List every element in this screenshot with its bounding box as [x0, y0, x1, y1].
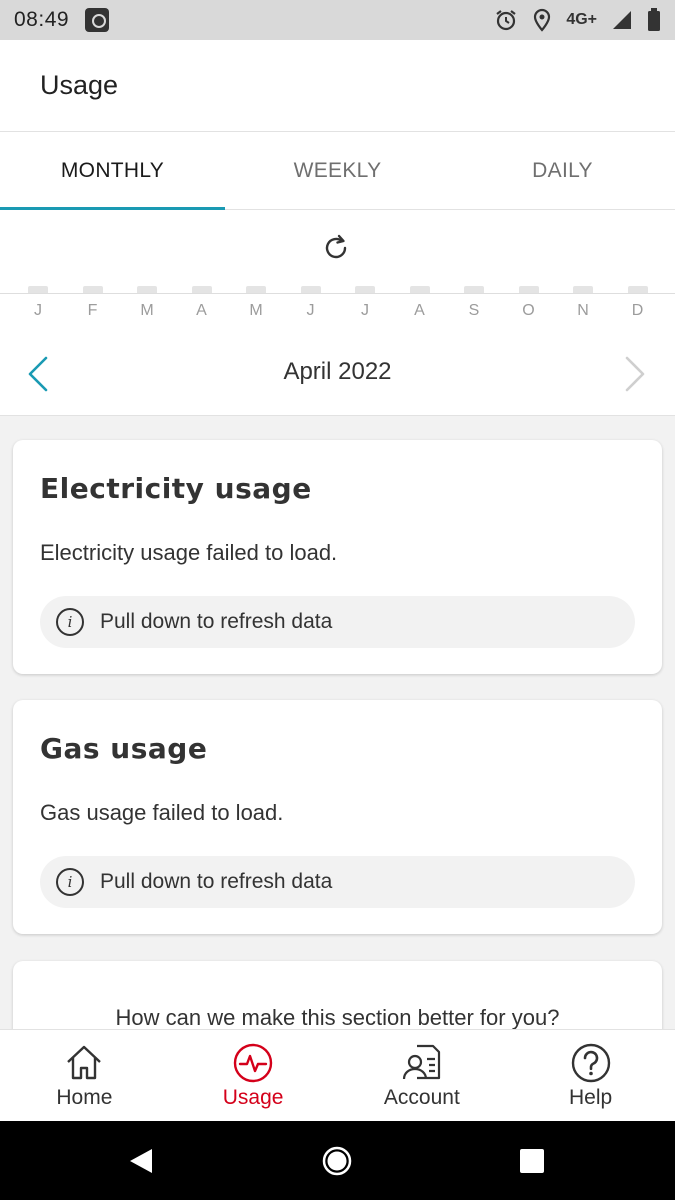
- month-bar[interactable]: [627, 286, 648, 293]
- month-axis: JFMAMJJASOND: [0, 302, 675, 324]
- nav-help-label: Help: [569, 1086, 613, 1109]
- electricity-usage-card: Electricity usage Electricity usage fail…: [13, 440, 662, 674]
- month-bar[interactable]: [191, 286, 212, 293]
- status-time: 08:49: [14, 8, 70, 31]
- status-icons: 4G+: [494, 8, 661, 32]
- tab-daily[interactable]: DAILY: [450, 132, 675, 209]
- month-bar[interactable]: [137, 286, 157, 293]
- nav-usage[interactable]: Usage: [169, 1030, 338, 1121]
- month-label: D: [631, 302, 644, 319]
- usage-chart: J F M A M J J A S O N D April 2022: [0, 210, 675, 416]
- gas-error-message: Gas usage failed to load.: [40, 800, 284, 825]
- month-label: S: [468, 302, 480, 319]
- month-label: J: [306, 302, 315, 319]
- refresh-hint-text: Pull down to refresh data: [100, 870, 333, 893]
- electricity-refresh-hint: i Pull down to refresh data: [40, 596, 635, 648]
- month-label: M: [249, 302, 263, 319]
- location-icon: [534, 8, 551, 32]
- info-icon: i: [56, 608, 84, 636]
- gas-usage-card: Gas usage Gas usage failed to load. i Pu…: [13, 700, 662, 934]
- month-bar[interactable]: [28, 286, 48, 293]
- account-icon: [402, 1044, 440, 1080]
- bottom-navigation: Home Usage Account Help: [0, 1029, 675, 1121]
- nav-help[interactable]: Help: [506, 1030, 675, 1121]
- month-bar[interactable]: [518, 286, 539, 293]
- home-icon: [67, 1045, 102, 1080]
- app-bar: Usage: [0, 40, 675, 132]
- month-label: O: [522, 302, 535, 319]
- network-label: 4G+: [566, 11, 597, 28]
- period-label: April 2022: [283, 358, 392, 385]
- home-circle-icon[interactable]: [322, 1146, 352, 1176]
- month-bar[interactable]: [409, 286, 430, 293]
- battery-icon: [648, 8, 660, 31]
- month-label: N: [577, 302, 589, 319]
- tab-weekly[interactable]: WEEKLY: [225, 132, 450, 209]
- nav-home[interactable]: Home: [0, 1030, 169, 1121]
- gas-refresh-hint: i Pull down to refresh data: [40, 856, 635, 908]
- month-label: A: [196, 302, 207, 319]
- electricity-card-title: Electricity usage: [40, 472, 312, 505]
- system-nav-bar: [0, 1121, 675, 1200]
- recent-apps-icon[interactable]: [520, 1149, 544, 1173]
- alarm-icon: [496, 10, 516, 31]
- period-selector: April 2022: [0, 340, 675, 406]
- chart-axis: [0, 293, 675, 294]
- tab-monthly[interactable]: MONTHLY: [0, 132, 225, 210]
- month-bar[interactable]: [300, 286, 321, 293]
- feedback-question: How can we make this section better for …: [115, 1005, 560, 1030]
- month-label: M: [140, 302, 154, 319]
- month-label: F: [87, 302, 98, 319]
- help-icon: [571, 1043, 610, 1083]
- nav-usage-label: Usage: [222, 1086, 284, 1109]
- status-bar: 08:49 4G+: [0, 0, 675, 40]
- info-icon: i: [56, 868, 84, 896]
- month-label: A: [414, 302, 425, 319]
- nav-account[interactable]: Account: [338, 1030, 507, 1121]
- period-tabs: MONTHLY WEEKLY DAILY: [0, 132, 675, 210]
- nav-account-label: Account: [383, 1086, 460, 1109]
- month-bar[interactable]: [355, 286, 375, 293]
- next-period-icon[interactable]: [619, 354, 649, 394]
- page-title: Usage: [40, 70, 119, 100]
- month-label: J: [34, 302, 42, 319]
- month-bar[interactable]: [246, 286, 266, 293]
- month-bar[interactable]: [82, 286, 103, 293]
- month-bar[interactable]: [573, 286, 593, 293]
- notification-icon: [85, 8, 110, 32]
- month-label: J: [361, 302, 369, 319]
- refresh-icon[interactable]: [320, 232, 352, 264]
- month-bar[interactable]: [464, 286, 484, 293]
- back-icon[interactable]: [128, 1147, 154, 1175]
- usage-pulse-icon: [233, 1043, 273, 1083]
- gas-card-title: Gas usage: [40, 732, 208, 765]
- signal-icon: [613, 11, 631, 29]
- electricity-error-message: Electricity usage failed to load.: [40, 540, 338, 565]
- nav-home-label: Home: [56, 1086, 113, 1109]
- refresh-hint-text: Pull down to refresh data: [100, 610, 333, 633]
